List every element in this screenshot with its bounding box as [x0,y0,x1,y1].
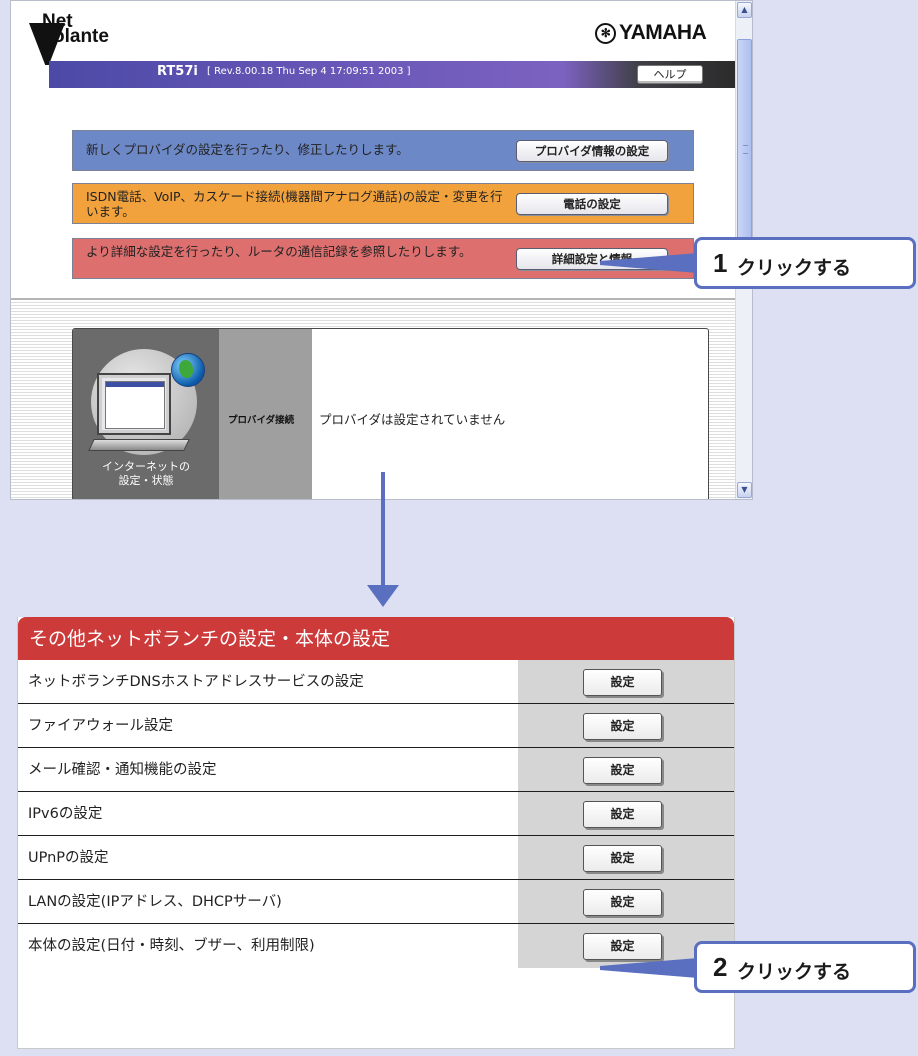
button-cell: 設定 [518,792,734,835]
menu-description: 新しくプロバイダの設定を行ったり、修正したりします。 [86,142,409,157]
monitor-screen [99,375,169,433]
menu-provider-settings: 新しくプロバイダの設定を行ったり、修正したりします。 プロバイダ情報の設定 [72,130,694,171]
scrollbar-thumb[interactable] [737,39,752,261]
button-cell: 設定 [518,660,734,703]
settings-row-ipv6: IPv6の設定 設定 [18,792,734,836]
row-label: メール確認・通知機能の設定 [28,762,217,778]
firmware-revision: [ Rev.8.00.18 Thu Sep 4 17:09:51 2003 ] [207,66,411,77]
row-label: LANの設定(IPアドレス、DHCPサーバ) [28,894,282,910]
other-settings-panel: その他ネットボランチの設定・本体の設定 ネットボランチDNSホストアドレスサービ… [17,617,735,1049]
row-label: 本体の設定(日付・時刻、ブザー、利用制限) [28,938,315,954]
help-button[interactable]: ヘルプ [637,65,703,84]
row-label: UPnPの設定 [28,850,109,866]
menu-advanced-settings: より詳細な設定を行ったり、ルータの通信記録を参照したりします。 詳細設定と情報 [72,238,694,279]
scroll-up-icon[interactable]: ▲ [737,2,752,18]
yamaha-tuning-fork-icon: ✻ [595,23,616,44]
ipv6-settings-button[interactable]: 設定 [583,801,662,828]
callout-number: 2 [713,952,728,982]
logo-text-volante: olante [53,26,109,47]
internet-label-line1: インターネットの [102,460,190,473]
brand-name: YAMAHA [619,21,707,44]
globe-icon [171,353,205,387]
title-bar: RT57i [ Rev.8.00.18 Thu Sep 4 17:09:51 2… [49,61,735,88]
row-label: ネットボランチDNSホストアドレスサービスの設定 [28,674,364,690]
internet-status-panel: インターネットの 設定・状態 プロバイダ接続 プロバイダは設定されていません [72,328,709,499]
internet-label-line2: 設定・状態 [118,474,174,487]
row-label: IPv6の設定 [28,806,103,822]
lan-settings-button[interactable]: 設定 [583,889,662,916]
scroll-down-icon[interactable]: ▼ [737,482,752,498]
menu-phone-settings: ISDN電話、VoIP、カスケード接続(機器間アナログ通話)の設定・変更を行いま… [72,183,694,224]
callout-step-2: 2 クリックする [694,941,916,993]
mail-settings-button[interactable]: 設定 [583,757,662,784]
arrow-down-icon [367,585,399,607]
grip-icon [743,145,748,154]
yamaha-logo: ✻ YAMAHA [595,21,707,45]
button-cell: 設定 [518,748,734,791]
button-cell: 設定 [518,880,734,923]
provider-connection-label: プロバイダ接続 [228,415,295,426]
settings-row-device: 本体の設定(日付・時刻、ブザー、利用制限) 設定 [18,924,734,968]
settings-row-upnp: UPnPの設定 設定 [18,836,734,880]
router-model: RT57i [157,64,198,79]
firewall-settings-button[interactable]: 設定 [583,713,662,740]
provider-settings-button[interactable]: プロバイダ情報の設定 [516,140,668,162]
button-cell: 設定 [518,836,734,879]
callout-step-1: 1 クリックする [694,237,916,289]
settings-row-dns-host: ネットボランチDNSホストアドレスサービスの設定 設定 [18,660,734,704]
computer-monitor-icon [88,347,205,455]
settings-row-mail: メール確認・通知機能の設定 設定 [18,748,734,792]
settings-row-lan: LANの設定(IPアドレス、DHCPサーバ) 設定 [18,880,734,924]
settings-panel-header: その他ネットボランチの設定・本体の設定 [18,617,734,660]
upnp-settings-button[interactable]: 設定 [583,845,662,872]
internet-status-label: インターネットの 設定・状態 [73,460,219,488]
callout-number: 1 [713,248,728,278]
device-settings-button[interactable]: 設定 [583,933,662,960]
menu-description: ISDN電話、VoIP、カスケード接続(機器間アナログ通話)の設定・変更を行いま… [86,189,503,219]
dns-host-settings-button[interactable]: 設定 [583,669,662,696]
menu-description: より詳細な設定を行ったり、ルータの通信記録を参照したりします。 [86,244,472,259]
router-web-ui-screenshot: Net olante ✻ YAMAHA RT57i [ Rev.8.00.18 T… [10,0,753,500]
row-label: ファイアウォール設定 [28,718,173,734]
provider-status-text: プロバイダは設定されていません [319,412,506,427]
flow-arrow-line [381,472,385,590]
button-cell: 設定 [518,704,734,747]
monitor-base [88,439,190,451]
phone-settings-button[interactable]: 電話の設定 [516,193,668,215]
settings-row-firewall: ファイアウォール設定 設定 [18,704,734,748]
callout-text: クリックする [737,257,852,279]
callout-text: クリックする [737,961,852,983]
